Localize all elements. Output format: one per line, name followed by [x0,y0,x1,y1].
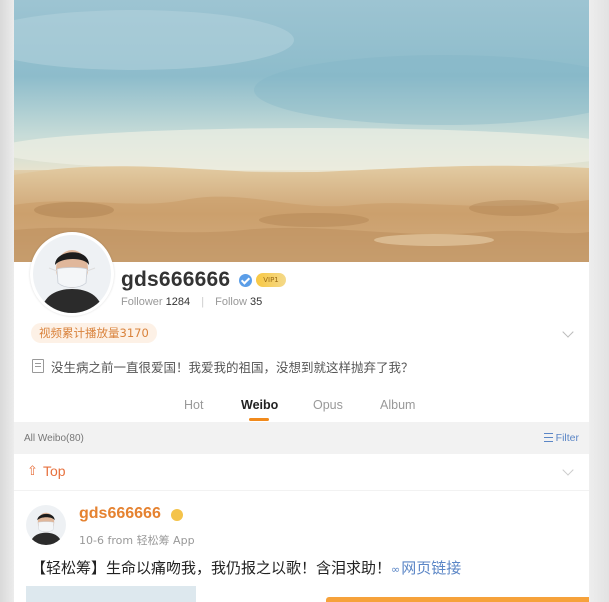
play-count-badge: 视频累计播放量3170 [31,323,157,343]
vip-badge-icon: VIP1 [256,273,286,287]
left-frame [0,0,14,602]
profile-avatar[interactable] [30,232,114,316]
web-link-label: 网页链接 [401,559,462,577]
link-icon: ∞ [391,563,401,576]
filter-button[interactable]: Filter [543,432,579,444]
filter-label: Filter [555,432,579,444]
post-avatar[interactable] [26,505,66,545]
profile-bio: 没生病之前一直很爱国！我爱我的祖国，没想到就这样抛弃了我？ [51,360,414,375]
tab-hot[interactable]: Hot [184,398,203,412]
document-icon [32,359,44,373]
post-source: from 轻松筹 App [107,534,195,547]
follower-label[interactable]: Follower [121,296,163,308]
post-body: 【轻松筹】生命以痛吻我，我仍报之以歌！含泪求助！ [31,559,392,577]
profile-tabs: Hot Weibo Opus Album [14,398,589,422]
post-date: 10-6 [79,534,104,547]
tab-album[interactable]: Album [380,398,415,412]
pinned-header[interactable]: ⇧ Top [14,454,589,490]
chevron-down-icon[interactable] [562,326,574,338]
web-link[interactable]: ∞网页链接 [391,559,461,577]
verified-icon [239,274,252,287]
profile-card: gds666666 VIP1 Follower 1284 | Follow 35… [14,232,589,422]
profile-username: gds666666 [121,268,231,291]
follower-count[interactable]: 1284 [166,296,190,308]
top-label: Top [43,463,66,479]
stats-divider: | [201,296,205,308]
follow-label[interactable]: Follow [215,296,247,308]
tab-weibo[interactable]: Weibo [241,398,278,412]
post-username[interactable]: gds666666 [79,505,161,523]
all-weibo-label: All Weibo(80) [24,433,84,444]
post-image[interactable] [26,586,196,602]
tab-opus[interactable]: Opus [313,398,343,412]
filter-icon [543,433,553,442]
post-card[interactable]: gds666666 10-6 from 轻松筹 App 【轻松筹】生命以痛吻我，… [14,491,589,602]
cover-image [14,0,589,262]
follow-stats: Follower 1284 | Follow 35 [121,296,262,308]
bottom-accent-bar [326,597,589,602]
chevron-down-icon[interactable] [562,464,574,476]
pin-top-icon: ⇧ [27,464,38,479]
vip-badge-icon [171,509,183,521]
post-meta: 10-6 from 轻松筹 App [79,532,195,548]
feed-header: All Weibo(80) Filter [14,422,589,454]
profile-page: gds666666 VIP1 Follower 1284 | Follow 35… [14,0,589,602]
follow-count[interactable]: 35 [250,296,262,308]
active-tab-indicator [249,418,269,421]
post-text: 【轻松筹】生命以痛吻我，我仍报之以歌！含泪求助！∞网页链接 [31,557,461,578]
right-frame [589,0,609,602]
